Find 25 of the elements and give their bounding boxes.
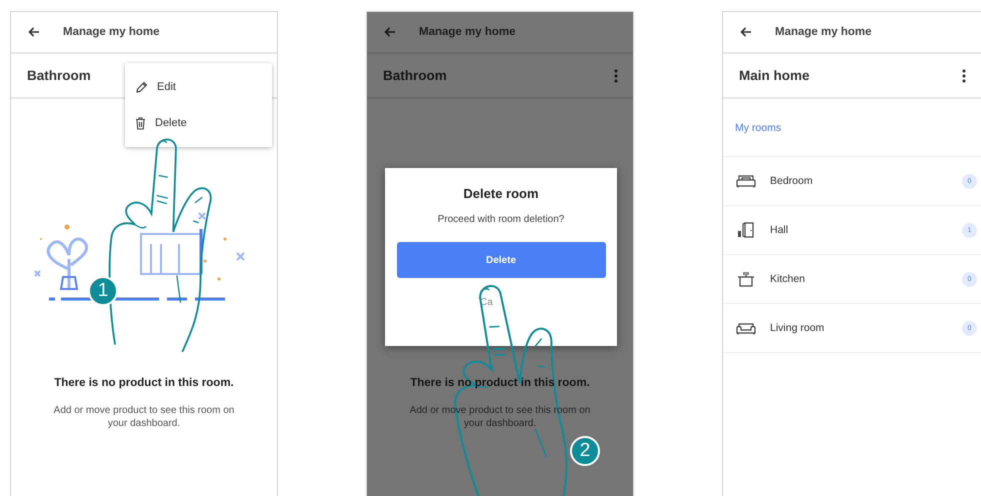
more-options-icon[interactable] <box>962 68 966 82</box>
back-arrow-icon[interactable] <box>28 27 40 37</box>
door-icon <box>737 222 755 238</box>
menu-item[interactable]: Delete <box>125 105 272 141</box>
empty-state-title: There is no product in this room. <box>54 377 234 389</box>
menu-item[interactable]: Edit <box>125 69 272 105</box>
dialog-title: Delete room <box>463 186 539 201</box>
header-title: Manage my home <box>419 26 516 38</box>
header-title: Manage my home <box>775 26 872 38</box>
sofa-icon <box>736 322 756 334</box>
page-title: Main home <box>739 68 810 83</box>
trash-icon <box>135 116 146 130</box>
empty-state-text: Add or move product to see this room on your dashboard. <box>52 405 236 430</box>
dialog-message: Proceed with room deletion? <box>438 214 564 225</box>
bed-icon <box>736 174 756 188</box>
step-number: 2 <box>570 436 600 466</box>
pot-icon <box>737 270 755 288</box>
step-number: 1 <box>88 276 118 306</box>
pencil-icon <box>135 80 148 94</box>
back-arrow-icon[interactable] <box>740 27 752 37</box>
page-title: Bathroom <box>383 68 447 83</box>
header-title: Manage my home <box>63 26 160 38</box>
page-title: Bathroom <box>27 68 91 83</box>
section-title: My rooms <box>723 99 981 157</box>
delete-button[interactable]: Delete <box>396 242 606 278</box>
